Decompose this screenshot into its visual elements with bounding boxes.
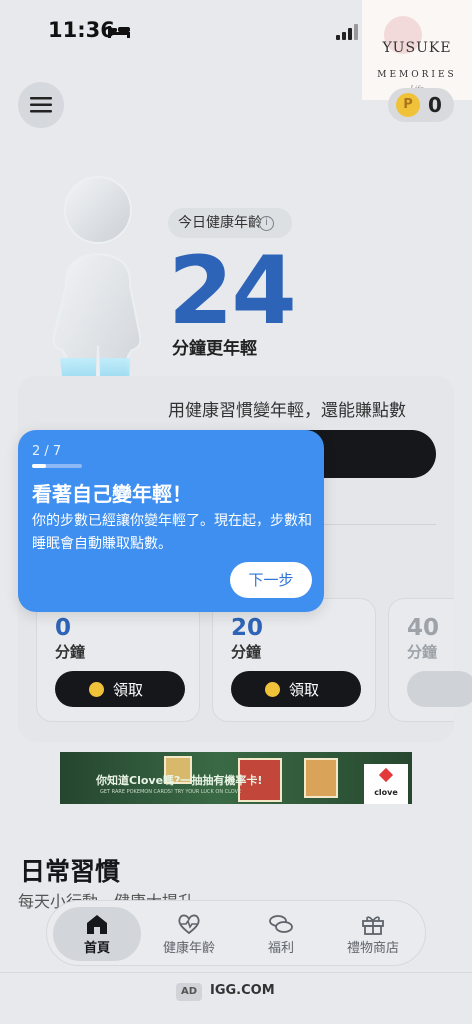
ad-card-image xyxy=(304,758,338,798)
ad-logo: clove xyxy=(364,764,408,804)
menu-button[interactable] xyxy=(18,82,64,128)
watermark-title: YUSUKE xyxy=(382,40,452,56)
ad-headline: 你知道Clove嗎?一抽抽有機率卡! xyxy=(96,774,263,787)
claim-button[interactable]: 領取 xyxy=(55,671,185,707)
nav-benefits[interactable]: 福利 xyxy=(237,907,325,961)
health-age-unit: 分鐘更年輕 xyxy=(172,339,257,359)
nav-label: 禮物商店 xyxy=(346,941,399,956)
home-icon xyxy=(87,915,107,934)
hamburger-icon xyxy=(30,97,52,113)
info-icon[interactable]: i xyxy=(259,216,274,231)
bottom-nav: 首頁 健康年齡 福利 禮物商店 xyxy=(46,900,426,966)
next-step-button[interactable]: 下一步 xyxy=(230,562,312,598)
onboarding-tooltip: 2 / 7 看著自己變年輕！ 你的步數已經讓你變年輕了。現在起，步數和睡眠會自動… xyxy=(18,430,324,612)
reward-value: 20 xyxy=(231,615,264,641)
reward-unit: 分鐘 xyxy=(231,643,262,661)
ad-tag: AD xyxy=(176,983,202,1001)
nav-label: 福利 xyxy=(267,941,294,956)
gift-icon xyxy=(362,916,384,935)
reward-value: 40 xyxy=(407,615,440,641)
coin-icon: P xyxy=(396,93,420,117)
nav-label: 首頁 xyxy=(83,941,110,956)
status-time: 11:36 xyxy=(48,18,115,42)
watermark-logo: YUSUKE MEMORIES Life xyxy=(362,0,472,100)
claim-button[interactable]: 領取 xyxy=(231,671,361,707)
claim-label: 領取 xyxy=(113,681,144,699)
locked-claim-button[interactable] xyxy=(407,671,472,707)
coin-icon xyxy=(265,682,280,697)
tooltip-step-counter: 2 / 7 xyxy=(32,444,62,459)
reward-tier-card: 40 分鐘 xyxy=(388,598,472,722)
tooltip-progress-bar xyxy=(32,464,82,468)
nav-label: 健康年齡 xyxy=(162,941,215,956)
ad-banner[interactable]: 你知道Clove嗎?一抽抽有機率卡! GET RARE POKEMON CARD… xyxy=(60,752,412,804)
tooltip-title: 看著自己變年輕！ xyxy=(32,482,192,506)
coin-icon xyxy=(89,682,104,697)
nav-home[interactable]: 首頁 xyxy=(53,907,141,961)
watermark-subtitle: MEMORIES xyxy=(377,70,457,80)
reward-tier-card: 20 分鐘 領取 xyxy=(212,598,376,722)
claim-label: 領取 xyxy=(289,681,320,699)
ad-domain: IGG.COM xyxy=(210,983,275,998)
coin-count: 0 xyxy=(428,93,442,117)
tooltip-progress-fill xyxy=(32,464,47,468)
reward-unit: 分鐘 xyxy=(407,643,438,661)
heart-pulse-icon xyxy=(178,914,200,935)
ad-logo-text: clove xyxy=(374,788,398,797)
coin-balance[interactable]: P 0 xyxy=(388,88,454,122)
nav-health-age[interactable]: 健康年齡 xyxy=(145,907,233,961)
health-age-value: 24 xyxy=(168,237,297,346)
coins-icon xyxy=(269,915,293,933)
card-heading: 用健康習慣變年輕，還能賺點數 xyxy=(168,401,406,421)
reward-unit: 分鐘 xyxy=(55,643,86,661)
clove-logo-icon xyxy=(378,767,394,783)
section-title: 日常習慣 xyxy=(20,857,121,886)
bed-icon xyxy=(108,26,130,38)
ad-subline: GET RARE POKEMON CARDS! TRY YOUR LUCK ON… xyxy=(100,789,242,795)
reward-value: 0 xyxy=(55,615,72,641)
footer-ad[interactable]: AD IGG.COM xyxy=(0,972,472,1024)
nav-gift-shop[interactable]: 禮物商店 xyxy=(329,907,417,961)
tooltip-body: 你的步數已經讓你變年輕了。現在起，步數和睡眠會自動賺取點數。 xyxy=(32,513,312,552)
reward-tier-card: 0 分鐘 領取 xyxy=(36,598,200,722)
signal-icon xyxy=(336,24,358,40)
